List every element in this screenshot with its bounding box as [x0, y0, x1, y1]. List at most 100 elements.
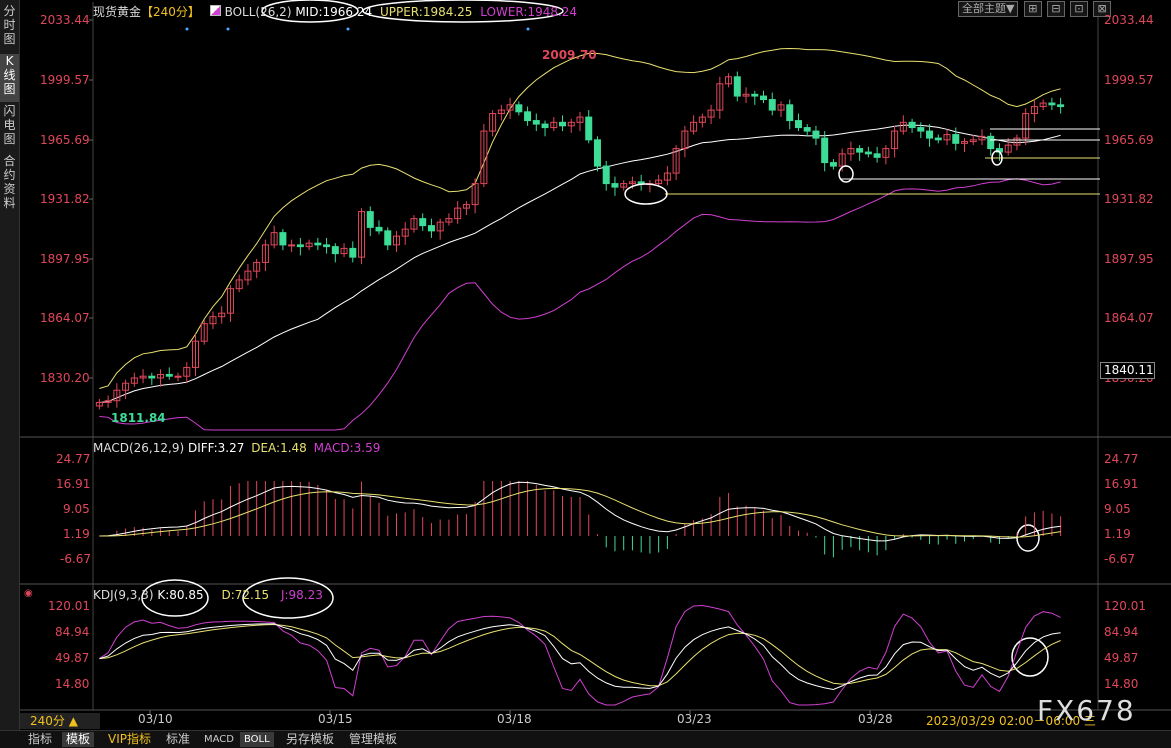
y-right-2: 1965.69: [1104, 133, 1154, 147]
boll-label: BOLL(26,2): [224, 5, 292, 19]
candle-body: [585, 116, 593, 141]
candle-body: [532, 120, 540, 125]
kdj-j: J:98.23: [280, 588, 323, 602]
kdj-settings-icon[interactable]: ◉: [24, 588, 33, 599]
tab-vip-indicator[interactable]: VIP指标: [104, 732, 155, 747]
candle-body: [165, 373, 173, 377]
candle-body: [349, 247, 357, 258]
tab-save-template[interactable]: 另存模板: [282, 732, 338, 747]
tab-contract-info[interactable]: 合约资料: [0, 154, 19, 214]
macd-dea: DEA:1.48: [251, 441, 307, 455]
macd-value: MACD:3.59: [313, 441, 381, 455]
tab-template[interactable]: 模板: [62, 732, 95, 747]
macd-header: MACD(26,12,9) DIFF:3.27 DEA:1.48 MACD:3.…: [93, 441, 380, 455]
macd-y-left-1: 16.91: [56, 477, 91, 491]
layout-3-icon[interactable]: ⊡: [1070, 1, 1088, 17]
annotation-circle-7: [1016, 524, 1040, 552]
candle-body: [803, 127, 811, 132]
theme-select[interactable]: 全部主题▼: [958, 1, 1019, 17]
tab-timeshare[interactable]: 分时图: [0, 4, 19, 52]
tab-manage-template[interactable]: 管理模板: [345, 732, 401, 747]
bottom-toolbar: 指标 模板 VIP指标 标准 MACD BOLL 另存模板 管理模板: [0, 730, 1171, 748]
candle-body: [760, 95, 768, 101]
tab-standard[interactable]: 标准: [162, 732, 194, 747]
period-selector[interactable]: 240分 ▲: [20, 713, 100, 729]
boll-lower-line: [99, 178, 1061, 431]
candle-body: [602, 165, 610, 185]
symbol-name: 现货黄金: [93, 5, 142, 19]
tab-kline[interactable]: K线图: [0, 54, 19, 102]
candle-body: [515, 104, 523, 113]
tab-indicator[interactable]: 指标: [24, 732, 56, 747]
y-right-0: 2033.44: [1104, 13, 1154, 27]
kdj-y-right-0: 120.01: [1104, 599, 1146, 613]
candle-body: [366, 211, 374, 228]
candle-body: [987, 135, 995, 150]
kdj-d-line: [99, 623, 1061, 687]
candle-body: [829, 162, 837, 167]
candle-body: [148, 375, 156, 379]
kdj-y-left-2: 49.87: [55, 651, 90, 665]
kdj-y-right-1: 84.94: [1104, 625, 1139, 639]
candle-body: [419, 218, 427, 227]
candle-body: [856, 148, 864, 153]
y-left-2: 1965.69: [40, 133, 90, 147]
x-label-3: 03/23: [677, 712, 712, 726]
y-left-6: 1830.20: [40, 371, 90, 385]
layout-2-icon[interactable]: ⊟: [1047, 1, 1065, 17]
macd-y-right-0: 24.77: [1104, 452, 1139, 466]
candle-body: [375, 226, 383, 232]
kdj-y-left-3: 14.80: [55, 677, 90, 691]
candle-body: [917, 127, 925, 132]
tab-flash[interactable]: 闪电图: [0, 104, 19, 152]
boll-upper-line: [99, 47, 1061, 389]
candle-body: [559, 121, 567, 127]
y-right-3: 1931.82: [1104, 192, 1154, 206]
kdj-title: KDJ(9,3,3): [93, 588, 154, 602]
annotation-circle-2: [624, 183, 668, 205]
candle-body: [926, 130, 934, 139]
boll-mid-line: [99, 124, 1061, 403]
macd-y-left-4: -6.67: [60, 552, 92, 566]
layout-1-icon[interactable]: ⊞: [1024, 1, 1042, 17]
macd-y-right-1: 16.91: [1104, 477, 1139, 491]
kdj-y-left-0: 120.01: [48, 599, 90, 613]
macd-y-left-3: 1.19: [63, 527, 90, 541]
candle-body: [323, 244, 331, 248]
candle-body: [279, 232, 287, 246]
event-dot-3: [526, 27, 530, 31]
kdj-y-right-3: 14.80: [1104, 677, 1139, 691]
candle-body: [296, 244, 304, 248]
current-price-tag: 1840.11: [1100, 362, 1155, 379]
candle-body: [593, 139, 601, 167]
kdj-j-line: [99, 604, 1061, 706]
candle-body: [524, 111, 532, 122]
tab-macd[interactable]: MACD: [200, 732, 238, 747]
candle-body: [873, 153, 881, 158]
kdj-k: K:80.85: [157, 588, 204, 602]
candle-body: [908, 121, 916, 129]
y-left-5: 1864.07: [40, 311, 90, 325]
watermark: FX678: [1037, 694, 1136, 727]
kline-chart[interactable]: [20, 0, 1171, 730]
candle-body: [1048, 102, 1056, 106]
boll-mid: MID:1966.24: [295, 5, 373, 19]
annotation-circle-3: [838, 165, 854, 183]
annotation-circle-8: [1011, 637, 1049, 677]
candle-body: [952, 134, 960, 144]
candle-body: [821, 137, 829, 164]
top-toolbar: 全部主题▼ ⊞ ⊟ ⊡ ⊠: [958, 1, 1113, 17]
candle-body: [174, 375, 182, 378]
boll-upper: UPPER:1984.25: [379, 5, 473, 19]
macd-diff: DIFF:3.27: [187, 441, 245, 455]
candle-body: [934, 137, 942, 141]
macd-y-right-2: 9.05: [1104, 502, 1131, 516]
y-left-3: 1931.82: [40, 192, 90, 206]
y-left-4: 1897.95: [40, 252, 90, 266]
candle-body: [314, 242, 322, 246]
low-annotation: 1811.84: [111, 411, 166, 425]
event-dot-1: [226, 27, 230, 31]
y-right-4: 1897.95: [1104, 252, 1154, 266]
tab-boll[interactable]: BOLL: [240, 732, 274, 747]
y-right-1: 1999.57: [1104, 73, 1154, 87]
